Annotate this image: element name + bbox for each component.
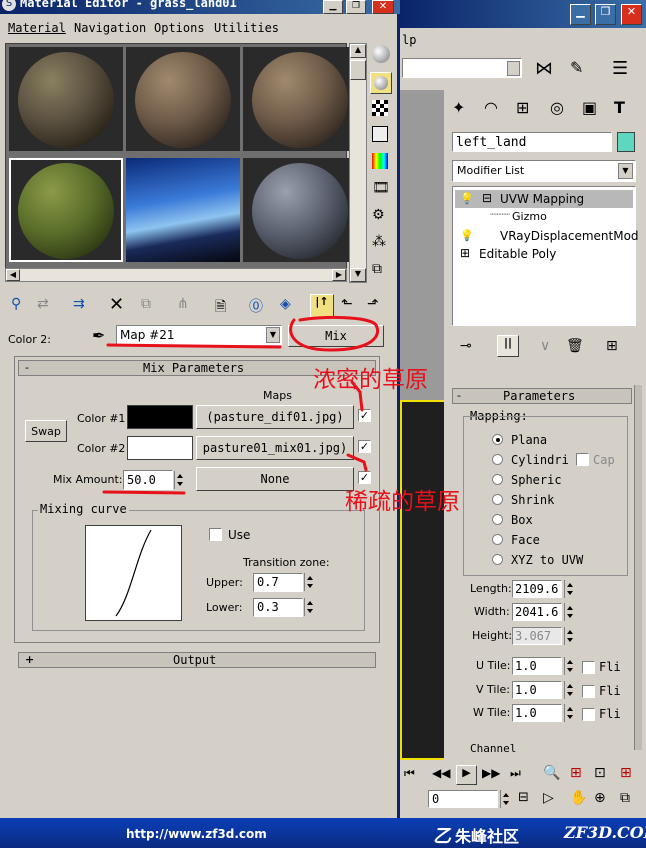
annotation-dense-grass: 浓密的草原 (313, 367, 428, 393)
pointer-sparse (346, 453, 368, 472)
footer-site-name: 朱峰社区 (455, 827, 520, 846)
footer-url[interactable]: http://www.zf3d.com (126, 827, 267, 841)
underline-mix-amount (102, 490, 186, 495)
circle-mix-button (289, 315, 379, 352)
underline-map-name (106, 343, 282, 349)
annotation-sparse-grass: 稀疏的草原 (345, 489, 460, 515)
zf-logo-icon: 乙 (433, 826, 451, 847)
footer-banner: http://www.zf3d.com 乙 朱峰社区 ZF3D.COM (0, 818, 646, 848)
annotation-overlay (102, 315, 379, 495)
footer-brand: ZF3D.COM (564, 823, 646, 842)
